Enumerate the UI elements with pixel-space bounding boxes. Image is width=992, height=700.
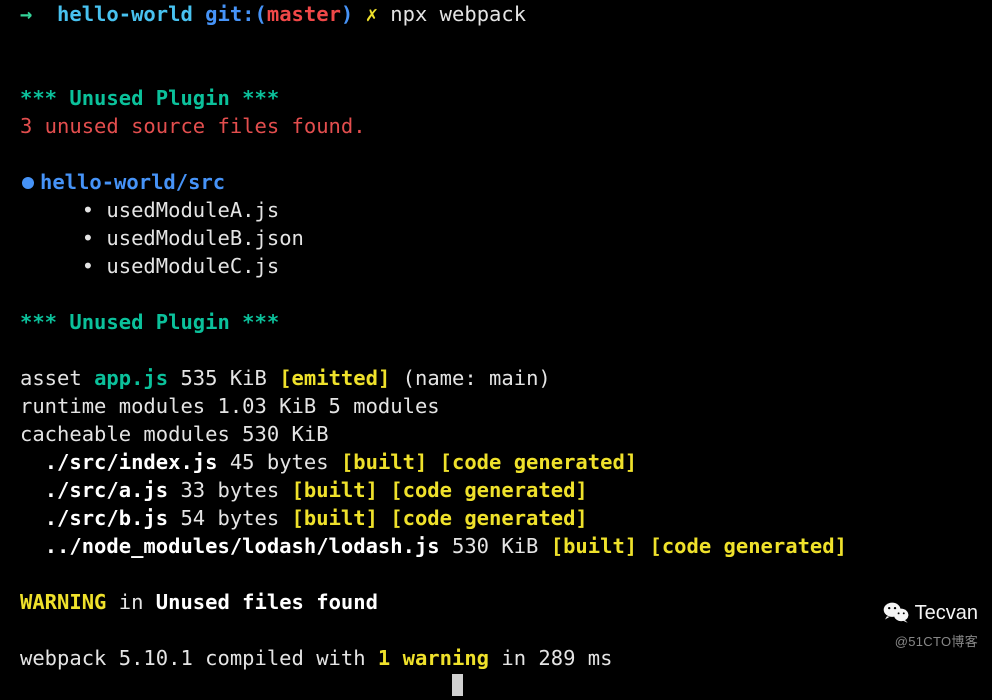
source-path-line: hello-world/src (20, 168, 972, 196)
unused-message: 3 unused source files found. (20, 112, 972, 140)
warning-message: Unused files found (156, 590, 378, 614)
blank-line (20, 560, 972, 588)
module-size: 54 bytes (180, 506, 279, 530)
module-badge: [built] [code generated] (341, 450, 637, 474)
blank-line (20, 28, 972, 56)
runtime-line: runtime modules 1.03 KiB 5 modules (20, 392, 972, 420)
module-path: ./src/index.js (45, 450, 218, 474)
prompt-dirty-icon: ✗ (366, 2, 378, 26)
blank-line (20, 336, 972, 364)
file-name: usedModuleA.js (106, 198, 279, 222)
module-path: ./src/b.js (45, 506, 168, 530)
cursor-icon (452, 674, 463, 696)
blank-line (20, 140, 972, 168)
bullet-icon: • (82, 254, 94, 278)
list-item: • usedModuleB.json (20, 224, 972, 252)
module-line: ./src/index.js 45 bytes [built] [code ge… (20, 448, 972, 476)
prompt-branch: master (267, 2, 341, 26)
warning-label: WARNING (20, 590, 106, 614)
module-size: 45 bytes (230, 450, 329, 474)
blank-line (20, 616, 972, 644)
prompt-arrow-icon: → (20, 2, 32, 26)
prompt-git-prefix: git: (205, 2, 254, 26)
list-item: • usedModuleC.js (20, 252, 972, 280)
module-badge: [built] [code generated] (292, 506, 588, 530)
blank-line (20, 56, 972, 84)
warning-line: WARNING in Unused files found (20, 588, 972, 616)
asset-name: app.js (94, 366, 168, 390)
asset-suffix: (name: main) (403, 366, 551, 390)
prompt-paren-open: ( (255, 2, 267, 26)
module-line: ./src/b.js 54 bytes [built] [code genera… (20, 504, 972, 532)
plugin-header: *** Unused Plugin *** (20, 308, 972, 336)
warning-in: in (119, 590, 144, 614)
source-path: hello-world/src (40, 170, 225, 194)
module-line: ../node_modules/lodash/lodash.js 530 KiB… (20, 532, 972, 560)
module-size: 530 KiB (452, 534, 538, 558)
asset-line: asset app.js 535 KiB [emitted] (name: ma… (20, 364, 972, 392)
prompt-line[interactable]: → hello-world git:(master) ✗ npx webpack (20, 0, 972, 28)
summary-line: webpack 5.10.1 compiled with 1 warning i… (20, 644, 972, 672)
plugin-header: *** Unused Plugin *** (20, 84, 972, 112)
module-line: ./src/a.js 33 bytes [built] [code genera… (20, 476, 972, 504)
prompt-command: npx webpack (390, 2, 526, 26)
emitted-badge: [emitted] (279, 366, 390, 390)
file-name: usedModuleB.json (106, 226, 303, 250)
cacheable-line: cacheable modules 530 KiB (20, 420, 972, 448)
bullet-icon: • (82, 198, 94, 222)
module-badge: [built] [code generated] (292, 478, 588, 502)
module-path: ./src/a.js (45, 478, 168, 502)
module-size: 33 bytes (180, 478, 279, 502)
bullet-icon: • (82, 226, 94, 250)
list-item: • usedModuleA.js (20, 196, 972, 224)
summary-post: in 289 ms (501, 646, 612, 670)
module-path: ../node_modules/lodash/lodash.js (45, 534, 440, 558)
prompt-paren-close: ) (341, 2, 353, 26)
next-prompt-line[interactable] (20, 672, 972, 700)
summary-pre: webpack 5.10.1 compiled with (20, 646, 366, 670)
module-badge: [built] [code generated] (551, 534, 847, 558)
asset-size: 535 KiB (180, 366, 266, 390)
blank-line (20, 280, 972, 308)
bullet-icon (22, 177, 34, 189)
prompt-dir: hello-world (57, 2, 193, 26)
file-name: usedModuleC.js (106, 254, 279, 278)
summary-warning-count: 1 warning (378, 646, 489, 670)
